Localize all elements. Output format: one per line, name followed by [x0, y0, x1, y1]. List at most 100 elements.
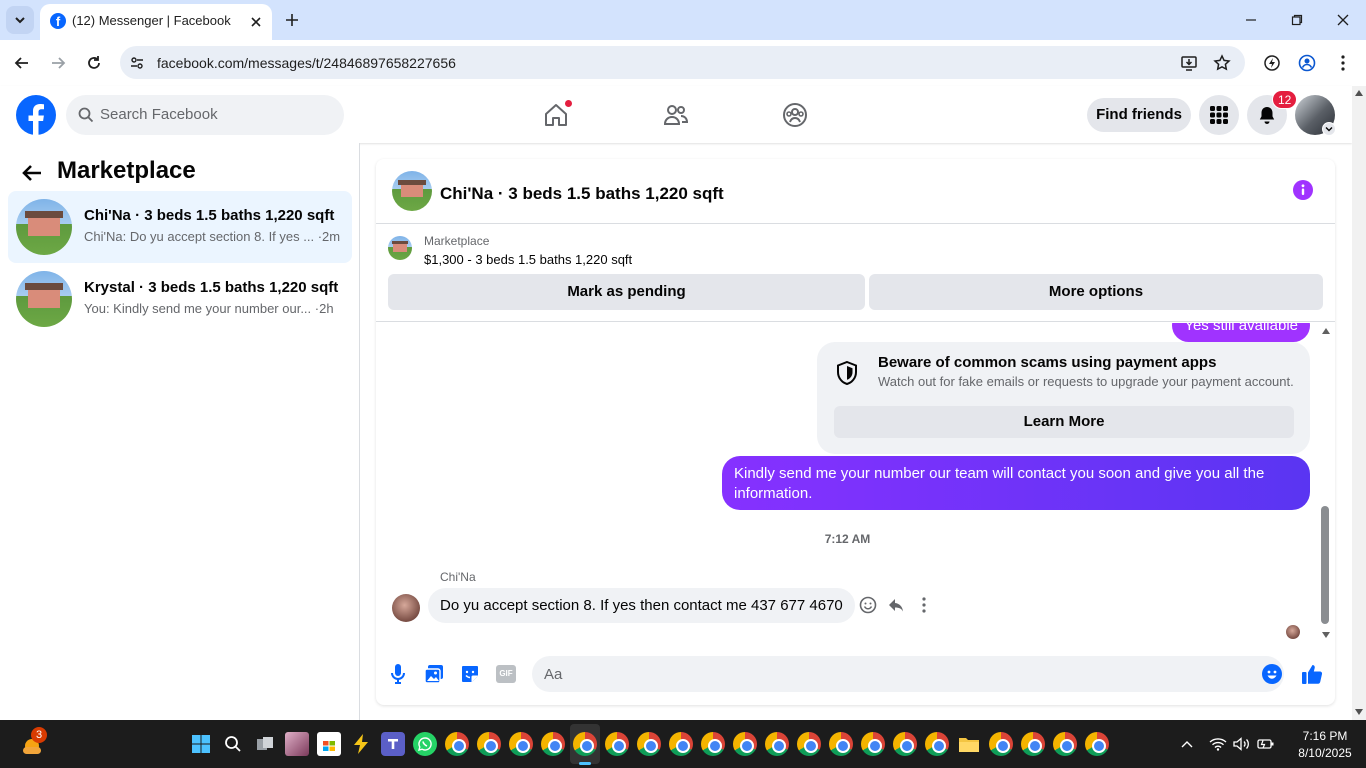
find-friends-button[interactable]: Find friends — [1087, 98, 1191, 132]
taskbar-chrome-window[interactable] — [829, 732, 853, 756]
more-vertical-icon — [922, 597, 926, 613]
taskbar-chrome-window[interactable] — [1053, 732, 1077, 756]
taskbar-app-store[interactable] — [317, 732, 341, 756]
more-options-button[interactable]: More options — [869, 274, 1323, 310]
browser-tab[interactable]: f (12) Messenger | Facebook — [40, 4, 272, 40]
conversation-preview: You: Kindly send me your number our... ·… — [84, 301, 334, 316]
smiley-icon — [859, 596, 877, 614]
chat-avatar[interactable] — [392, 171, 432, 211]
profile-button[interactable] — [1297, 53, 1317, 73]
windows-logo-icon — [192, 735, 210, 753]
weather-badge: 3 — [31, 727, 47, 743]
new-tab-button[interactable] — [282, 10, 302, 30]
task-view-button[interactable] — [253, 732, 277, 756]
scroll-down-icon[interactable] — [1355, 709, 1363, 715]
lightning-icon — [1264, 55, 1280, 71]
facebook-logo[interactable] — [16, 95, 56, 135]
start-button[interactable] — [189, 732, 213, 756]
like-button[interactable] — [1301, 663, 1323, 685]
menu-button[interactable] — [1199, 95, 1239, 135]
taskbar-chrome-window[interactable] — [1021, 732, 1045, 756]
forward-button[interactable] — [48, 53, 68, 73]
extensions-button[interactable] — [1262, 53, 1282, 73]
voice-clip-button[interactable] — [387, 663, 409, 685]
thread-scroll-thumb[interactable] — [1321, 506, 1329, 624]
sender-avatar[interactable] — [392, 594, 420, 622]
react-button[interactable] — [858, 595, 878, 615]
back-button[interactable] — [20, 161, 44, 185]
taskbar-chrome-window[interactable] — [797, 732, 821, 756]
taskbar-app-whatsapp[interactable] — [413, 732, 437, 756]
taskbar-chrome-window[interactable] — [605, 732, 629, 756]
taskbar-clock-time[interactable]: 7:16 PM — [1290, 729, 1360, 743]
reply-button[interactable] — [886, 595, 906, 615]
conversation-item[interactable]: Krystal · 3 beds 1.5 baths 1,220 sqft Yo… — [8, 263, 352, 335]
sender-name: Chi'Na — [440, 570, 476, 584]
taskbar-chrome-window[interactable] — [477, 732, 501, 756]
browser-menu-button[interactable] — [1333, 53, 1353, 73]
taskbar-chrome-window[interactable] — [733, 732, 757, 756]
account-menu-chevron[interactable] — [1322, 122, 1336, 136]
taskbar-file-explorer[interactable] — [957, 732, 981, 756]
taskbar-app-teams[interactable] — [381, 732, 405, 756]
site-info-icon[interactable] — [127, 53, 147, 73]
bookmark-button[interactable] — [1212, 53, 1232, 73]
wifi-icon — [1209, 738, 1227, 751]
facebook-search-bar[interactable]: Search Facebook — [66, 95, 344, 135]
arrow-right-icon — [52, 57, 66, 69]
taskbar-chrome-window[interactable] — [925, 732, 949, 756]
emoji-button[interactable] — [1261, 663, 1283, 685]
battery-status[interactable] — [1256, 734, 1276, 754]
outgoing-message[interactable]: Yes still available — [1172, 323, 1310, 342]
taskbar-chrome-window[interactable] — [637, 732, 661, 756]
outgoing-message[interactable]: Kindly send me your number our team will… — [722, 456, 1310, 510]
message-input[interactable] — [532, 656, 1284, 692]
scroll-up-icon[interactable] — [1355, 90, 1363, 96]
nav-groups[interactable] — [780, 100, 810, 130]
address-bar[interactable]: facebook.com/messages/t/2484689765822765… — [120, 46, 1245, 79]
reload-button[interactable] — [84, 53, 104, 73]
taskbar-clock-date[interactable]: 8/10/2025 — [1290, 746, 1360, 760]
taskbar-app-photos[interactable] — [285, 732, 309, 756]
taskbar-chrome-window[interactable] — [989, 732, 1013, 756]
taskbar-chrome-window[interactable] — [445, 732, 469, 756]
sticker-button[interactable] — [459, 663, 481, 685]
taskbar-chrome-window[interactable] — [861, 732, 885, 756]
show-hidden-icons-button[interactable] — [1177, 734, 1197, 754]
taskbar-chrome-window-active[interactable] — [573, 732, 597, 756]
listing-thumbnail[interactable] — [388, 236, 412, 260]
photo-icon — [424, 665, 443, 684]
taskbar-chrome-window[interactable] — [509, 732, 533, 756]
volume-status[interactable] — [1232, 734, 1252, 754]
taskbar-chrome-window[interactable] — [669, 732, 693, 756]
back-button[interactable] — [12, 53, 32, 73]
wifi-status[interactable] — [1208, 734, 1228, 754]
taskbar-chrome-window[interactable] — [1085, 732, 1109, 756]
install-app-button[interactable] — [1179, 53, 1199, 73]
scroll-up-icon[interactable] — [1321, 327, 1331, 335]
conversation-title: Chi'Na · 3 beds 1.5 baths 1,220 sqft — [84, 207, 335, 224]
close-window-button[interactable] — [1333, 10, 1353, 30]
minimize-button[interactable] — [1241, 10, 1261, 30]
chat-title[interactable]: Chi'Na · 3 beds 1.5 baths 1,220 sqft — [440, 184, 724, 204]
taskbar-chrome-window[interactable] — [893, 732, 917, 756]
taskbar-search-button[interactable] — [221, 732, 245, 756]
nav-friends[interactable] — [661, 100, 691, 130]
incoming-message[interactable]: Do yu accept section 8. If yes then cont… — [428, 588, 855, 623]
taskbar-app-power-automate[interactable] — [349, 732, 373, 756]
scroll-down-icon[interactable] — [1321, 631, 1331, 639]
restore-button[interactable] — [1287, 10, 1307, 30]
page-scrollbar[interactable] — [1352, 86, 1366, 720]
conversation-info-button[interactable] — [1293, 180, 1313, 200]
attach-photo-button[interactable] — [423, 663, 445, 685]
tab-search-button[interactable] — [6, 6, 34, 34]
taskbar-chrome-window[interactable] — [701, 732, 725, 756]
message-more-button[interactable] — [914, 595, 934, 615]
tab-close-button[interactable] — [246, 12, 266, 32]
taskbar-chrome-window[interactable] — [765, 732, 789, 756]
conversation-item[interactable]: Chi'Na · 3 beds 1.5 baths 1,220 sqft Chi… — [8, 191, 352, 263]
mark-as-pending-button[interactable]: Mark as pending — [388, 274, 865, 310]
gif-button[interactable]: GIF — [495, 663, 517, 685]
taskbar-chrome-window[interactable] — [541, 732, 565, 756]
learn-more-button[interactable]: Learn More — [834, 406, 1294, 438]
